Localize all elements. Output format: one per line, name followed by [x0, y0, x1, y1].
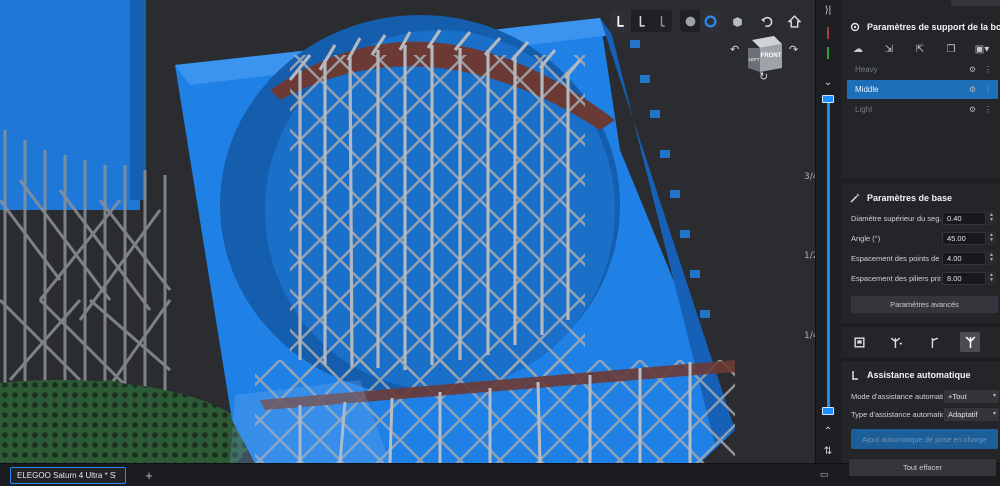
cube-view-icon[interactable]: [726, 10, 748, 32]
auto-support-mode-row: Mode d'assistance automatique +Tout: [851, 389, 999, 403]
param-row-angle: Angle (°) 45.00 ▲ ▼: [851, 231, 998, 245]
param-input-angle[interactable]: 45.00: [942, 231, 986, 245]
export-supports-icon[interactable]: [849, 332, 869, 352]
export-icon[interactable]: ⇱: [911, 42, 929, 56]
rotate-down-icon[interactable]: ↻: [759, 70, 768, 83]
base-params-title-text: Paramètres de base: [867, 193, 953, 203]
more-options-icon[interactable]: ⋮: [984, 105, 992, 114]
param-row-pillar-spacing: Espacement des piliers prin... 8.00 ▲ ▼: [851, 271, 998, 285]
ruler-label-three-quarters: 3/4: [804, 172, 815, 182]
support-settings-title: Paramètres de support de la boutique: [850, 22, 1000, 32]
undo-view-icon[interactable]: [755, 10, 777, 32]
top-scroll-button[interactable]: [951, 0, 1000, 6]
rotate-right-icon[interactable]: ↷: [789, 43, 798, 56]
more-options-icon[interactable]: ⋮: [984, 65, 992, 74]
console-icon[interactable]: ▭: [820, 469, 834, 481]
import-icon[interactable]: ⇲: [880, 42, 898, 56]
model-scene[interactable]: [0, 0, 815, 463]
preset-heavy-label: Heavy: [855, 65, 878, 74]
support-tool-2-icon[interactable]: [631, 10, 652, 32]
param-label: Diamètre supérieur du seg...: [851, 213, 941, 223]
auto-support-icon: [852, 371, 858, 380]
auto-support-title: Assistance automatique: [850, 370, 971, 380]
single-support-icon[interactable]: [923, 332, 943, 352]
param-label: Espacement des piliers prin...: [851, 273, 941, 283]
param-stepper[interactable]: ▲ ▼: [987, 251, 996, 265]
auto-support-type-row: Type d'assistance automatique Adaptatif: [851, 407, 999, 421]
support-settings-title-text: Paramètres de support de la boutique: [867, 22, 1000, 32]
file-tab[interactable]: ELEGOO Saturn 4 Ultra * S ⋮: [10, 467, 126, 484]
tab-menu-icon[interactable]: ⋮: [111, 471, 119, 480]
base-params-card: Paramètres de base Diamètre supérieur du…: [841, 183, 1000, 323]
home-view-icon[interactable]: [783, 10, 805, 32]
settings-gear-icon: [850, 22, 860, 32]
axis-y-icon: [827, 47, 829, 59]
auto-support-title-text: Assistance automatique: [867, 370, 971, 380]
advanced-settings-button[interactable]: Paramètres avancés: [851, 296, 998, 313]
ruler-label-quarter: 1/4: [804, 331, 815, 341]
param-input-point-spacing[interactable]: 4.00: [942, 251, 986, 265]
duplicate-icon[interactable]: ❐: [942, 42, 960, 56]
preset-toolbar: ☁ ⇲ ⇱ ❐ ▣▾: [849, 42, 991, 56]
support-tool-1-icon[interactable]: [610, 10, 631, 32]
xray-view-icon[interactable]: [700, 10, 720, 32]
save-icon[interactable]: ▣▾: [973, 42, 991, 56]
support-tool-3-icon[interactable]: [651, 10, 672, 32]
param-stepper[interactable]: ▲ ▼: [987, 231, 996, 245]
view-cube-front: FRONT: [761, 53, 782, 59]
param-label: Angle (°): [851, 233, 881, 243]
add-support-icon[interactable]: [886, 332, 906, 352]
auto-generate-supports-button[interactable]: Ajout automatique de prise en charge: [851, 429, 998, 449]
auto-support-mode-label: Mode d'assistance automatique: [851, 391, 943, 401]
axis-z-icon: [827, 27, 829, 39]
preset-settings-icon[interactable]: ⚙: [969, 85, 976, 94]
param-stepper[interactable]: ▲ ▼: [987, 211, 996, 225]
cloud-upload-icon[interactable]: ☁: [849, 42, 867, 56]
collapse-panel-icon[interactable]: ⟩|: [816, 2, 840, 18]
param-label: Espacement des points de ...: [851, 253, 941, 263]
preset-settings-icon[interactable]: ⚙: [969, 105, 976, 114]
magic-wand-icon: [850, 193, 860, 203]
3d-viewport[interactable]: FRONT LEFT ↶ ↷ ↻ 3/4 1/2 1/4: [0, 0, 815, 463]
layer-slider-bottom-handle[interactable]: [822, 407, 834, 415]
base-params-title: Paramètres de base: [850, 193, 952, 203]
preset-light-label: Light: [855, 105, 873, 114]
ruler-label-half: 1/2: [804, 251, 815, 261]
layer-strip: ⟩| ⌄ ⌃ ⇅: [815, 0, 839, 463]
more-options-icon[interactable]: ⋮: [984, 85, 992, 94]
auto-support-card: Assistance automatique Mode d'assistance…: [841, 361, 1000, 463]
settings-panel: Paramètres de support de la boutique ☁ ⇲…: [839, 0, 1000, 463]
add-tab-button[interactable]: +: [142, 467, 156, 484]
param-input-top-diameter[interactable]: 0.40: [942, 211, 986, 225]
support-tool-group: [610, 10, 672, 32]
preset-light[interactable]: Light ⚙ ⋮: [847, 100, 998, 119]
preset-middle[interactable]: Middle ⚙ ⋮: [847, 80, 998, 99]
rotate-left-icon[interactable]: ↶: [730, 43, 739, 56]
clear-all-button[interactable]: Tout effacer: [849, 459, 996, 476]
support-settings-card: Paramètres de support de la boutique ☁ ⇲…: [841, 0, 1000, 178]
preset-heavy[interactable]: Heavy ⚙ ⋮: [847, 60, 998, 79]
tree-support-icon[interactable]: [960, 332, 980, 352]
preset-settings-icon[interactable]: ⚙: [969, 65, 976, 74]
param-stepper[interactable]: ▲ ▼: [987, 271, 996, 285]
param-input-pillar-spacing[interactable]: 8.00: [942, 271, 986, 285]
auto-support-type-label: Type d'assistance automatique: [851, 409, 943, 419]
chevron-down-icon[interactable]: ⌄: [816, 74, 840, 90]
chevron-up-icon[interactable]: ⌃: [816, 423, 840, 439]
auto-support-mode-select[interactable]: +Tout: [944, 389, 999, 403]
param-row-point-spacing: Espacement des points de ... 4.00 ▲ ▼: [851, 251, 998, 265]
layer-slider-track[interactable]: [827, 97, 830, 415]
support-mode-row: [849, 332, 980, 352]
auto-support-type-select[interactable]: Adaptatif: [944, 407, 999, 421]
layer-slider-top-handle[interactable]: [822, 95, 834, 103]
solid-view-icon[interactable]: [680, 10, 700, 32]
preset-middle-label: Middle: [855, 85, 879, 94]
param-row-top-diameter: Diamètre supérieur du seg... 0.40 ▲ ▼: [851, 211, 998, 225]
view-cube-left: LEFT: [748, 57, 759, 62]
file-tab-label: ELEGOO Saturn 4 Ultra * S: [17, 471, 116, 480]
view-mode-group: [680, 10, 720, 32]
support-mode-card: [841, 327, 1000, 357]
adjust-layer-icon[interactable]: ⇅: [816, 443, 840, 459]
